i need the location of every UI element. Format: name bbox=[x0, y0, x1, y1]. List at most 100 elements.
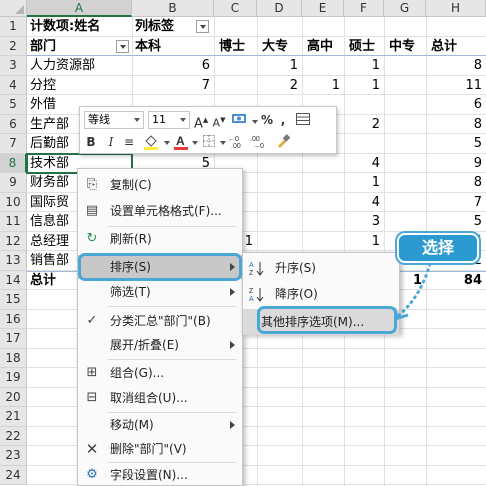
header-benke[interactable]: 本科 bbox=[135, 38, 161, 56]
font-size-select[interactable]: 11 bbox=[148, 111, 190, 129]
shrink-font-button[interactable]: A▼ bbox=[212, 111, 226, 130]
row-header-19[interactable]: 19 bbox=[0, 368, 27, 388]
value-total[interactable]: 9 bbox=[426, 155, 482, 173]
column-header-d[interactable]: D bbox=[257, 0, 302, 17]
row-header-4[interactable]: 4 bbox=[0, 75, 27, 95]
header-dazhuan[interactable]: 大专 bbox=[262, 38, 288, 56]
fill-color-button[interactable] bbox=[140, 133, 162, 151]
header-zhongzhuan[interactable]: 中专 bbox=[389, 38, 415, 56]
percent-button[interactable]: % bbox=[260, 111, 274, 129]
department-name[interactable]: 后勤部 bbox=[30, 135, 69, 153]
value-benke[interactable]: 6 bbox=[132, 57, 210, 75]
row-header-18[interactable]: 18 bbox=[0, 348, 27, 368]
pivot-column-label[interactable]: 列标签 bbox=[135, 18, 174, 36]
value-total[interactable]: 7 bbox=[426, 194, 482, 212]
column-label-filter-button[interactable] bbox=[196, 20, 209, 33]
department-name[interactable]: 信息部 bbox=[30, 213, 69, 231]
row-header-7[interactable]: 7 bbox=[0, 134, 27, 154]
department-name[interactable]: 国际贸 bbox=[30, 194, 69, 212]
row-header-9[interactable]: 9 bbox=[0, 173, 27, 193]
value-total[interactable]: 6 bbox=[426, 96, 482, 114]
value-dazhuan[interactable]: 2 bbox=[257, 77, 298, 95]
header-boshi[interactable]: 博士 bbox=[219, 38, 245, 56]
value-shuoshi[interactable]: 1 bbox=[344, 233, 380, 251]
currency-format-button[interactable] bbox=[230, 111, 250, 129]
submenu-item-ascending[interactable]: AZ 升序(S) bbox=[243, 255, 399, 281]
header-total[interactable]: 总计 bbox=[431, 38, 457, 56]
column-header-h[interactable]: H bbox=[426, 0, 486, 17]
row-header-23[interactable]: 23 bbox=[0, 446, 27, 466]
value-total[interactable]: 8 bbox=[426, 174, 482, 192]
header-gaozhong[interactable]: 高中 bbox=[307, 38, 333, 56]
pivot-row-label[interactable]: 部门 bbox=[30, 38, 56, 56]
value-shuoshi[interactable]: 1 bbox=[344, 174, 380, 192]
department-name[interactable]: 总经理 bbox=[30, 233, 69, 251]
value-shuoshi[interactable]: 4 bbox=[344, 155, 380, 173]
row-header-12[interactable]: 12 bbox=[0, 231, 27, 251]
borders-button[interactable] bbox=[200, 133, 218, 151]
row-header-2[interactable]: 2 bbox=[0, 36, 27, 56]
department-name[interactable]: 销售部 bbox=[30, 252, 69, 270]
row-header-20[interactable]: 20 bbox=[0, 387, 27, 407]
value-total[interactable]: 8 bbox=[426, 57, 482, 75]
row-label-filter-button[interactable] bbox=[116, 39, 129, 53]
increase-decimal-button[interactable]: ←0.00 bbox=[228, 133, 248, 151]
pivot-count-label[interactable]: 计数项:姓名 bbox=[30, 18, 100, 36]
menu-item-refresh[interactable]: ↻ 刷新(R) bbox=[78, 227, 242, 251]
format-painter-grid-button[interactable] bbox=[294, 111, 312, 129]
row-header-3[interactable]: 3 bbox=[0, 56, 27, 76]
row-header-8[interactable]: 8 bbox=[0, 153, 27, 173]
department-name[interactable]: 外借 bbox=[30, 96, 56, 114]
menu-item-delete-field[interactable]: ✕ 删除"部门"(V) bbox=[78, 437, 242, 461]
menu-item-group[interactable]: ⊞ 组合(G)... bbox=[78, 361, 242, 385]
row-header-16[interactable]: 16 bbox=[0, 309, 27, 329]
row-header-13[interactable]: 13 bbox=[0, 251, 27, 271]
submenu-item-descending[interactable]: ZA 降序(O) bbox=[243, 281, 399, 307]
row-header-6[interactable]: 6 bbox=[0, 114, 27, 134]
menu-item-filter[interactable]: 筛选(T) bbox=[78, 280, 242, 304]
row-header-24[interactable]: 24 bbox=[0, 465, 27, 485]
department-name[interactable]: 分控 bbox=[30, 77, 56, 95]
value-shuoshi[interactable]: 1 bbox=[344, 57, 380, 75]
department-name[interactable]: 生产部 bbox=[30, 116, 69, 134]
value-total[interactable]: 8 bbox=[426, 116, 482, 134]
format-painter-button[interactable] bbox=[274, 133, 292, 151]
italic-button[interactable]: I bbox=[104, 133, 118, 151]
department-name[interactable]: 人力资源部 bbox=[30, 57, 95, 75]
menu-item-subtotal[interactable]: ✓ 分类汇总"部门"(B) bbox=[78, 309, 242, 333]
header-shuoshi[interactable]: 硕士 bbox=[349, 38, 375, 56]
department-name[interactable]: 财务部 bbox=[30, 174, 69, 192]
column-header-e[interactable]: E bbox=[302, 0, 344, 17]
select-all-corner[interactable] bbox=[0, 0, 27, 17]
column-header-a[interactable]: A bbox=[27, 0, 132, 17]
column-header-b[interactable]: B bbox=[132, 0, 214, 17]
menu-item-expand-collapse[interactable]: 展开/折叠(E) bbox=[78, 333, 242, 357]
row-header-10[interactable]: 10 bbox=[0, 192, 27, 212]
menu-item-move[interactable]: 移动(M) bbox=[78, 413, 242, 437]
font-color-button[interactable]: A bbox=[172, 133, 190, 151]
row-header-14[interactable]: 14 bbox=[0, 270, 27, 290]
font-name-select[interactable]: 等线 bbox=[84, 111, 144, 129]
align-center-button[interactable]: ≡ bbox=[122, 133, 136, 151]
row-header-17[interactable]: 17 bbox=[0, 329, 27, 349]
bold-button[interactable]: B bbox=[84, 133, 98, 151]
row-header-11[interactable]: 11 bbox=[0, 212, 27, 232]
value-total[interactable]: 5 bbox=[426, 135, 482, 153]
menu-item-field-settings[interactable]: ⚙ 字段设置(N)... bbox=[78, 463, 242, 486]
value-dazhuan[interactable]: 1 bbox=[257, 57, 298, 75]
value-benke[interactable]: 7 bbox=[132, 77, 210, 95]
column-header-c[interactable]: C bbox=[214, 0, 257, 17]
column-header-g[interactable]: G bbox=[384, 0, 426, 17]
comma-button[interactable]: , bbox=[278, 111, 288, 129]
row-header-5[interactable]: 5 bbox=[0, 95, 27, 115]
value-shuoshi[interactable]: 1 bbox=[344, 77, 380, 95]
column-header-f[interactable]: F bbox=[344, 0, 384, 17]
value-total[interactable]: 5 bbox=[426, 213, 482, 231]
menu-item-copy[interactable]: ⎘ 复制(C) bbox=[78, 173, 242, 197]
value-shuoshi[interactable]: 4 bbox=[344, 194, 380, 212]
grow-font-button[interactable]: A▲ bbox=[194, 111, 208, 131]
row-header-21[interactable]: 21 bbox=[0, 407, 27, 427]
value-total[interactable]: 11 bbox=[426, 77, 482, 95]
row-header-22[interactable]: 22 bbox=[0, 426, 27, 446]
value-shuoshi[interactable]: 3 bbox=[344, 213, 380, 231]
